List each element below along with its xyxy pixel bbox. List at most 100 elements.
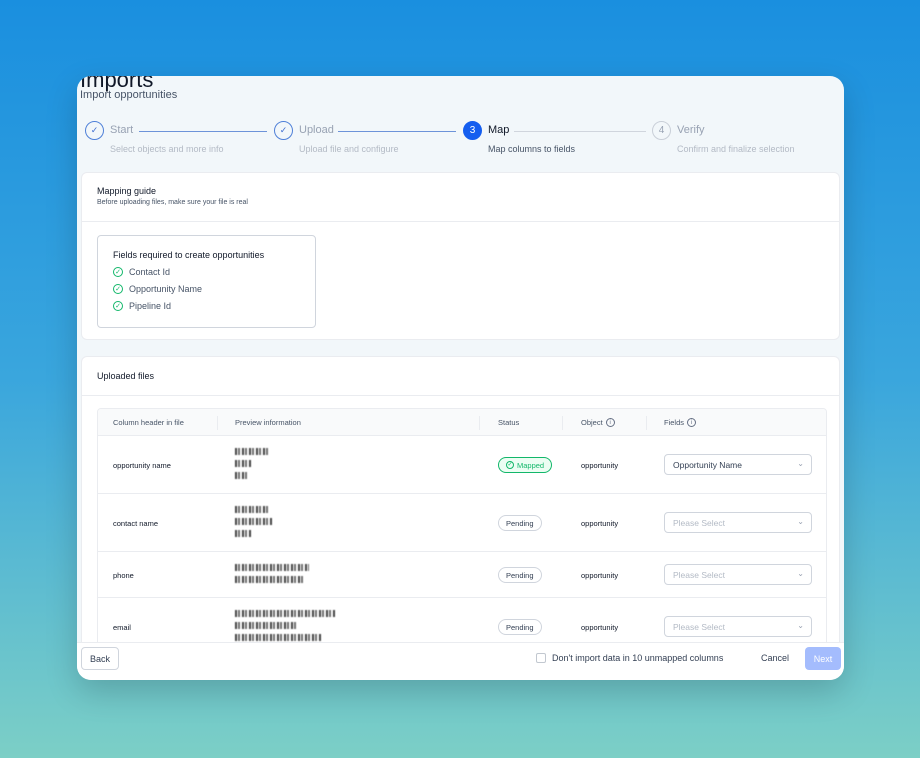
skip-unmapped-label[interactable]: Don't import data in 10 unmapped columns (552, 653, 723, 663)
preview-redacted (235, 448, 335, 484)
step-connector (139, 131, 267, 132)
redacted-text (235, 472, 247, 479)
column-separator (479, 416, 480, 430)
uploaded-files-title: Uploaded files (97, 371, 155, 381)
mapping-guide-subtitle: Before uploading files, make sure your f… (97, 199, 248, 206)
divider (82, 395, 839, 396)
column-separator (646, 416, 647, 430)
step-description: Confirm and finalize selection (677, 144, 795, 154)
import-stepper: ✓ Start Select objects and more info ✓ U… (77, 120, 844, 160)
column-name: phone (113, 571, 134, 580)
column-separator (562, 416, 563, 430)
table-header: Column header in file Preview informatio… (98, 409, 826, 436)
uploaded-files-card: Uploaded files Column header in file Pre… (81, 356, 840, 646)
mapping-table: Column header in file Preview informatio… (97, 408, 827, 646)
step-number: 4 (652, 121, 671, 140)
cancel-button[interactable]: Cancel (761, 653, 789, 663)
status-badge: Pending (498, 515, 542, 531)
step-connector (514, 131, 646, 132)
field-select[interactable]: Please Select ⌄ (664, 564, 812, 585)
preview-redacted (235, 506, 335, 542)
redacted-text (235, 460, 251, 467)
page-subtitle: Import opportunities (80, 89, 178, 101)
table-row: opportunity name ✓ Mapped opportunity Op… (98, 436, 826, 494)
step-description: Upload file and configure (299, 144, 399, 154)
status-badge: ✓ Mapped (498, 457, 553, 473)
column-header-fields-label: Fields (664, 418, 685, 427)
check-circle-icon: ✓ (113, 284, 123, 294)
table-row: phone Pending opportunity Please Select … (98, 552, 826, 598)
column-separator (217, 416, 218, 430)
step-description: Select objects and more info (110, 144, 224, 154)
table-row: email Pending opportunity Please Select … (98, 598, 826, 646)
next-button[interactable]: Next (805, 647, 841, 670)
check-circle-icon: ✓ (113, 301, 123, 311)
column-header-object-label: Object (581, 418, 603, 427)
check-icon: ✓ (274, 121, 293, 140)
object-value: opportunity (581, 571, 619, 580)
mapping-guide-title: Mapping guide (97, 186, 157, 196)
chevron-down-icon: ⌄ (797, 569, 804, 578)
column-name: contact name (113, 519, 159, 528)
skip-unmapped-checkbox[interactable] (536, 653, 546, 663)
field-select-value: Please Select (673, 517, 725, 528)
divider (82, 221, 839, 222)
info-icon[interactable]: i (605, 418, 615, 427)
chevron-down-icon: ⌄ (797, 459, 804, 468)
required-field-item: ✓ Contact Id (113, 267, 170, 277)
required-fields-title: Fields required to create opportunities (113, 250, 265, 260)
step-description: Map columns to fields (488, 144, 576, 154)
chevron-down-icon: ⌄ (797, 621, 804, 630)
preview-redacted (235, 564, 335, 588)
chevron-down-icon: ⌄ (797, 517, 804, 526)
redacted-text (235, 610, 335, 617)
column-header-in-file: Column header in file (113, 418, 184, 427)
field-select[interactable]: Please Select ⌄ (664, 512, 812, 533)
step-title: Map (488, 124, 510, 136)
required-fields-box: Fields required to create opportunities … (97, 235, 316, 328)
step-title: Upload (299, 124, 334, 136)
step-number: 3 (463, 121, 482, 140)
status-badge: Pending (498, 619, 542, 635)
column-header-fields: Fields i (664, 418, 697, 427)
info-icon[interactable]: i (687, 418, 697, 427)
check-circle-icon: ✓ (113, 267, 123, 277)
table-row: contact name Pending opportunity Please … (98, 494, 826, 552)
column-header-object: Object i (581, 418, 615, 427)
required-field-label: Opportunity Name (129, 284, 203, 294)
column-name: email (113, 623, 131, 632)
check-icon: ✓ (85, 121, 104, 140)
redacted-text (235, 564, 309, 571)
required-field-item: ✓ Pipeline Id (113, 301, 171, 311)
field-select-value: Please Select (673, 569, 725, 580)
redacted-text (235, 506, 269, 513)
mapping-guide-card: Mapping guide Before uploading files, ma… (81, 172, 840, 340)
check-circle-icon: ✓ (506, 461, 514, 469)
required-field-label: Contact Id (129, 267, 171, 277)
step-connector (338, 131, 456, 132)
required-field-label: Pipeline Id (129, 301, 172, 311)
field-select-value: Opportunity Name (673, 459, 742, 470)
import-window: Imports Import opportunities ✓ Start Sel… (77, 76, 844, 680)
footer-bar: Back Don't import data in 10 unmapped co… (77, 642, 844, 680)
step-title: Verify (677, 124, 705, 136)
column-header-status: Status (498, 418, 520, 427)
back-button[interactable]: Back (81, 647, 119, 670)
object-value: opportunity (581, 623, 619, 632)
preview-redacted (235, 610, 335, 646)
redacted-text (235, 518, 273, 525)
step-title: Start (110, 124, 134, 136)
field-select-value: Please Select (673, 621, 725, 632)
redacted-text (235, 530, 251, 537)
object-value: opportunity (581, 519, 619, 528)
column-name: opportunity name (113, 461, 171, 470)
object-value: opportunity (581, 461, 619, 470)
required-field-item: ✓ Opportunity Name (113, 284, 202, 294)
redacted-text (235, 448, 269, 455)
status-label: Mapped (517, 460, 545, 470)
redacted-text (235, 622, 297, 629)
column-header-preview: Preview information (235, 418, 301, 427)
field-select[interactable]: Opportunity Name ⌄ (664, 454, 812, 475)
redacted-text (235, 634, 321, 641)
field-select[interactable]: Please Select ⌄ (664, 616, 812, 637)
